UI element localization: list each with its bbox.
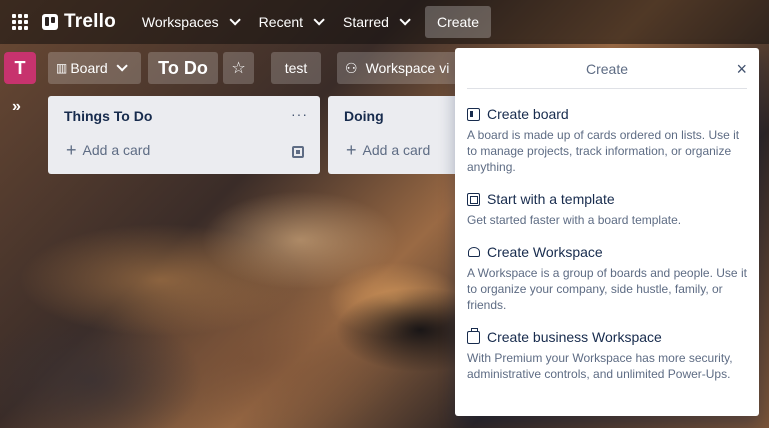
board-title[interactable]: To Do	[148, 52, 218, 84]
nav-starred-label: Starred	[343, 14, 389, 30]
nav-workspaces-label: Workspaces	[141, 14, 219, 30]
create-board-option[interactable]: Create board A board is made up of cards…	[467, 106, 749, 175]
option-title: Start with a template	[487, 191, 615, 207]
board-icon	[467, 107, 480, 121]
option-description: A board is made up of cards ordered on l…	[467, 128, 740, 174]
template-icon	[467, 192, 480, 206]
star-icon[interactable]: ☆	[223, 52, 254, 84]
close-icon[interactable]: ×	[736, 59, 747, 80]
option-title: Create board	[487, 106, 569, 122]
trello-logo[interactable]: Trello	[42, 11, 116, 33]
workspace-avatar[interactable]: T	[4, 52, 36, 84]
popover-title: Create	[585, 61, 629, 77]
create-workspace-option[interactable]: Create Workspace A Workspace is a group …	[467, 244, 749, 313]
chevron-down-icon	[229, 14, 241, 26]
board-view-label: Board	[70, 60, 108, 76]
divider	[467, 88, 747, 89]
chevron-down-icon	[313, 14, 325, 26]
list-doing: Doing + Add a card	[328, 96, 468, 174]
board-view-switcher[interactable]: ▥ Board	[48, 52, 141, 84]
template-option[interactable]: Start with a template Get started faster…	[467, 191, 749, 228]
board-view-icon: ▥	[56, 61, 67, 75]
plus-icon: +	[66, 140, 77, 160]
option-description: With Premium your Workspace has more sec…	[467, 351, 733, 381]
chevron-down-icon	[116, 60, 128, 72]
logo-text: Trello	[64, 11, 116, 32]
nav-recent-label: Recent	[258, 14, 304, 30]
top-nav: Trello Workspaces Recent Starred Create	[0, 0, 769, 44]
create-from-template-icon[interactable]	[292, 146, 304, 158]
list-title[interactable]: Doing	[344, 108, 384, 124]
add-card-label: Add a card	[362, 142, 431, 158]
list-menu-icon[interactable]: ···	[291, 106, 308, 122]
create-business-workspace-option[interactable]: Create business Workspace With Premium y…	[467, 327, 749, 382]
expand-sidebar-icon[interactable]: »	[12, 98, 21, 116]
trello-logo-icon	[42, 14, 58, 30]
option-title: Create Workspace	[487, 244, 603, 260]
list-things-to-do: Things To Do ··· + Add a card	[48, 96, 320, 174]
option-description: Get started faster with a board template…	[467, 213, 682, 227]
workspace-icon	[467, 246, 480, 259]
workspace-visibility-button[interactable]: ⚇ Workspace vi	[337, 52, 467, 84]
add-card-label: Add a card	[82, 142, 151, 158]
add-card-button[interactable]: + Add a card	[66, 140, 151, 160]
add-card-button[interactable]: + Add a card	[346, 140, 431, 160]
workspace-visibility-label: Workspace vi	[365, 60, 450, 76]
create-button[interactable]: Create	[424, 6, 491, 38]
create-popover: Create × Create board A board is made up…	[455, 48, 759, 416]
option-title: Create business Workspace	[487, 329, 662, 345]
nav-workspaces[interactable]: Workspaces	[134, 6, 245, 38]
app-switcher-icon[interactable]	[8, 10, 32, 34]
plus-icon: +	[346, 140, 357, 160]
nav-recent[interactable]: Recent	[251, 6, 329, 38]
nav-starred[interactable]: Starred	[335, 6, 415, 38]
workspace-icon: ⚇	[345, 59, 358, 76]
chevron-down-icon	[399, 14, 411, 26]
list-title[interactable]: Things To Do	[64, 108, 152, 124]
board-tag[interactable]: test	[271, 52, 321, 84]
business-icon	[467, 327, 480, 344]
option-description: A Workspace is a group of boards and peo…	[467, 266, 747, 312]
